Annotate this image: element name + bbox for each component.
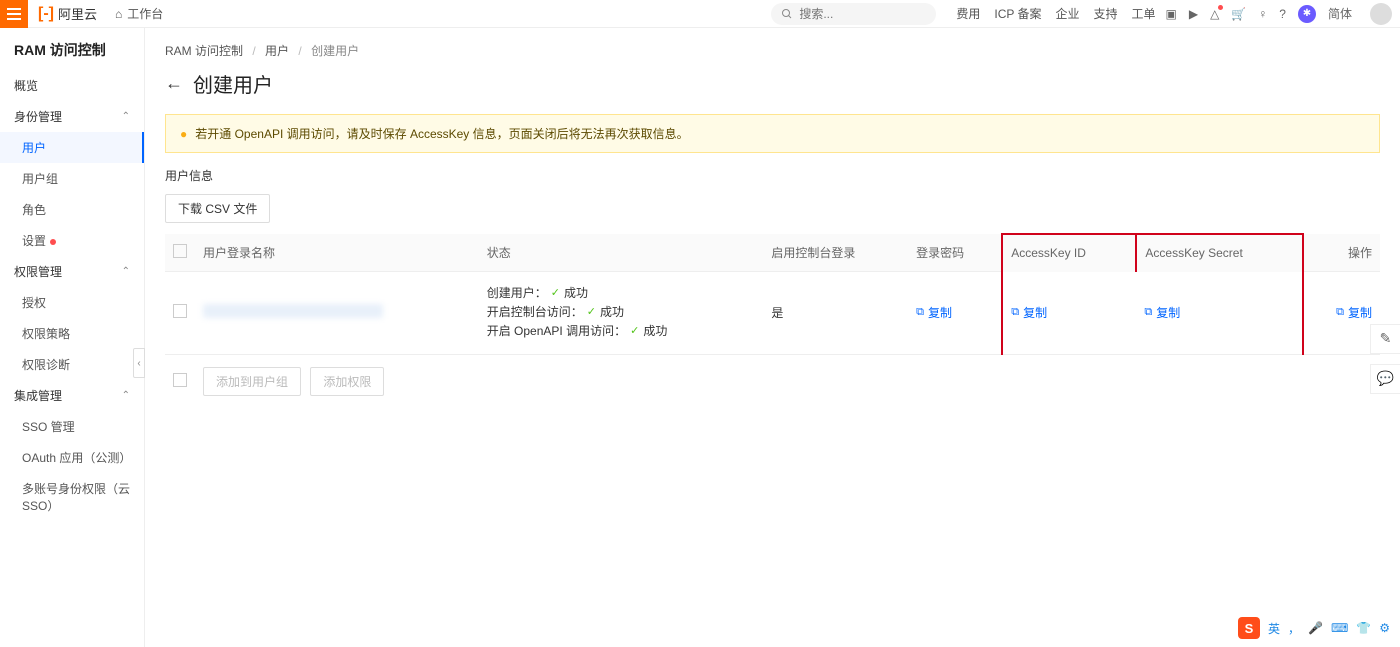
page-title: 创建用户 [193, 69, 273, 98]
sidebar-group-identity[interactable]: 身份管理⌃ [0, 101, 144, 132]
chevron-up-icon: ⌃ [122, 266, 130, 277]
copy-icon: ⧉ [916, 306, 924, 319]
user-table: 用户登录名称 状态 启用控制台登录 登录密码 AccessKey ID Acce… [165, 233, 1380, 408]
sidebar-item-diagnose[interactable]: 权限诊断 [0, 349, 144, 380]
bulb-icon[interactable]: ♀ [1258, 7, 1267, 21]
col-login-name: 用户登录名称 [195, 234, 479, 272]
sidebar-item-oauth[interactable]: OAuth 应用（公测） [0, 442, 144, 473]
edit-float-icon[interactable]: ✎ [1370, 324, 1400, 354]
red-dot-icon [50, 239, 56, 245]
ime-lang[interactable]: 英 [1268, 620, 1280, 637]
sidebar-title: RAM 访问控制 [0, 40, 144, 70]
checkbox-row[interactable] [173, 304, 187, 318]
top-link-icp[interactable]: ICP 备案 [994, 5, 1041, 22]
copy-action[interactable]: ⧉复制 [1336, 304, 1372, 321]
sidebar-item-users[interactable]: 用户 [0, 132, 144, 163]
copy-password[interactable]: ⧉复制 [916, 304, 952, 321]
check-icon: ✓ [551, 285, 560, 303]
back-arrow-icon[interactable]: ← [165, 73, 183, 94]
sidebar-collapse[interactable]: ‹ [133, 348, 145, 378]
bell-icon[interactable]: △ [1210, 7, 1219, 21]
sidebar-item-settings[interactable]: 设置 [0, 225, 144, 256]
top-link-support[interactable]: 支持 [1094, 5, 1118, 22]
sidebar-group-permission[interactable]: 权限管理⌃ [0, 256, 144, 287]
breadcrumb-root[interactable]: RAM 访问控制 [165, 44, 243, 58]
workspace-link[interactable]: ⌂ 工作台 [115, 5, 163, 22]
cloud-shell-icon[interactable]: ▣ [1166, 7, 1177, 21]
col-password: 登录密码 [908, 234, 1002, 272]
section-title: 用户信息 [165, 167, 1380, 184]
hamburger-menu[interactable] [0, 0, 28, 28]
ime-bar: S 英 ， 🎤 ⌨ 👕 ⚙ [1238, 617, 1390, 639]
ime-punct-icon[interactable]: ， [1288, 620, 1300, 637]
add-to-group-button[interactable]: 添加到用户组 [203, 367, 301, 396]
col-ak-secret: AccessKey Secret [1136, 234, 1303, 272]
top-icons: ▣ ▶ △ 🛒 ♀ ? ✱ 简体 [1166, 5, 1352, 23]
bulk-action-row: 添加到用户组 添加权限 [165, 354, 1380, 408]
col-action: 操作 [1303, 234, 1380, 272]
sidebar-group-integration[interactable]: 集成管理⌃ [0, 380, 144, 411]
col-ak-id: AccessKey ID [1002, 234, 1136, 272]
sidebar-item-roles[interactable]: 角色 [0, 194, 144, 225]
copy-icon: ⧉ [1144, 306, 1152, 319]
top-links: 费用 ICP 备案 企业 支持 工单 [956, 5, 1155, 22]
logo-icon: [-] [38, 5, 54, 23]
search-box[interactable] [771, 3, 936, 25]
check-icon: ✓ [630, 323, 639, 341]
warning-text: 若开通 OpenAPI 调用访问，请及时保存 AccessKey 信息，页面关闭… [195, 125, 688, 142]
chevron-up-icon: ⌃ [122, 111, 130, 122]
sidebar-item-groups[interactable]: 用户组 [0, 163, 144, 194]
sidebar: RAM 访问控制 概览 身份管理⌃ 用户 用户组 角色 设置 权限管理⌃ 授权 … [0, 28, 145, 647]
breadcrumb: RAM 访问控制 / 用户 / 创建用户 [165, 42, 1380, 59]
login-name-value [203, 304, 383, 318]
main-content: RAM 访问控制 / 用户 / 创建用户 ← 创建用户 ● 若开通 OpenAP… [145, 28, 1400, 647]
warning-banner: ● 若开通 OpenAPI 调用访问，请及时保存 AccessKey 信息，页面… [165, 114, 1380, 153]
col-console: 启用控制台登录 [763, 234, 908, 272]
sidebar-item-grant[interactable]: 授权 [0, 287, 144, 318]
lang-badge-icon[interactable]: ✱ [1298, 5, 1316, 23]
checkbox-bulk[interactable] [173, 373, 187, 387]
lang-label[interactable]: 简体 [1328, 5, 1352, 22]
copy-ak-id[interactable]: ⧉复制 [1011, 304, 1047, 321]
ime-mic-icon[interactable]: 🎤 [1308, 621, 1323, 635]
workspace-label: 工作台 [127, 5, 163, 22]
console-value: 是 [763, 272, 908, 355]
copy-icon: ⧉ [1336, 306, 1344, 319]
search-icon [781, 8, 793, 20]
top-bar: [-] 阿里云 ⌂ 工作台 费用 ICP 备案 企业 支持 工单 ▣ ▶ △ 🛒… [0, 0, 1400, 28]
sidebar-item-policy[interactable]: 权限策略 [0, 318, 144, 349]
terminal-icon[interactable]: ▶ [1189, 7, 1198, 21]
search-input[interactable] [799, 7, 926, 21]
cart-icon[interactable]: 🛒 [1231, 7, 1246, 21]
avatar[interactable] [1370, 3, 1392, 25]
ime-skin-icon[interactable]: 👕 [1356, 621, 1371, 635]
float-panel: ✎ 💬 [1370, 324, 1400, 394]
top-link-enterprise[interactable]: 企业 [1055, 5, 1079, 22]
sidebar-item-cloudsso[interactable]: 多账号身份权限（云 SSO） [0, 473, 144, 521]
help-icon[interactable]: ? [1279, 7, 1286, 21]
copy-icon: ⧉ [1011, 306, 1019, 319]
breadcrumb-current: 创建用户 [311, 44, 359, 58]
home-icon: ⌂ [115, 7, 122, 21]
warning-icon: ● [180, 127, 187, 141]
check-icon: ✓ [587, 304, 596, 322]
sidebar-item-sso[interactable]: SSO 管理 [0, 411, 144, 442]
chevron-up-icon: ⌃ [122, 390, 130, 401]
ime-keyboard-icon[interactable]: ⌨ [1331, 621, 1348, 635]
breadcrumb-users[interactable]: 用户 [265, 44, 289, 58]
chat-float-icon[interactable]: 💬 [1370, 364, 1400, 394]
sidebar-item-overview[interactable]: 概览 [0, 70, 144, 101]
ime-toolbox-icon[interactable]: ⚙ [1379, 621, 1390, 635]
brand-text: 阿里云 [58, 4, 97, 23]
ime-badge[interactable]: S [1238, 617, 1260, 639]
top-link-fee[interactable]: 费用 [956, 5, 980, 22]
checkbox-all[interactable] [173, 244, 187, 258]
add-permission-button[interactable]: 添加权限 [310, 367, 384, 396]
table-row: 创建用户：✓成功 开启控制台访问：✓成功 开启 OpenAPI 调用访问：✓成功… [165, 272, 1380, 355]
download-csv-button[interactable]: 下载 CSV 文件 [165, 194, 270, 223]
col-status: 状态 [479, 234, 764, 272]
top-link-ticket[interactable]: 工单 [1132, 5, 1156, 22]
copy-ak-secret[interactable]: ⧉复制 [1144, 304, 1180, 321]
brand-logo[interactable]: [-] 阿里云 [38, 4, 97, 23]
